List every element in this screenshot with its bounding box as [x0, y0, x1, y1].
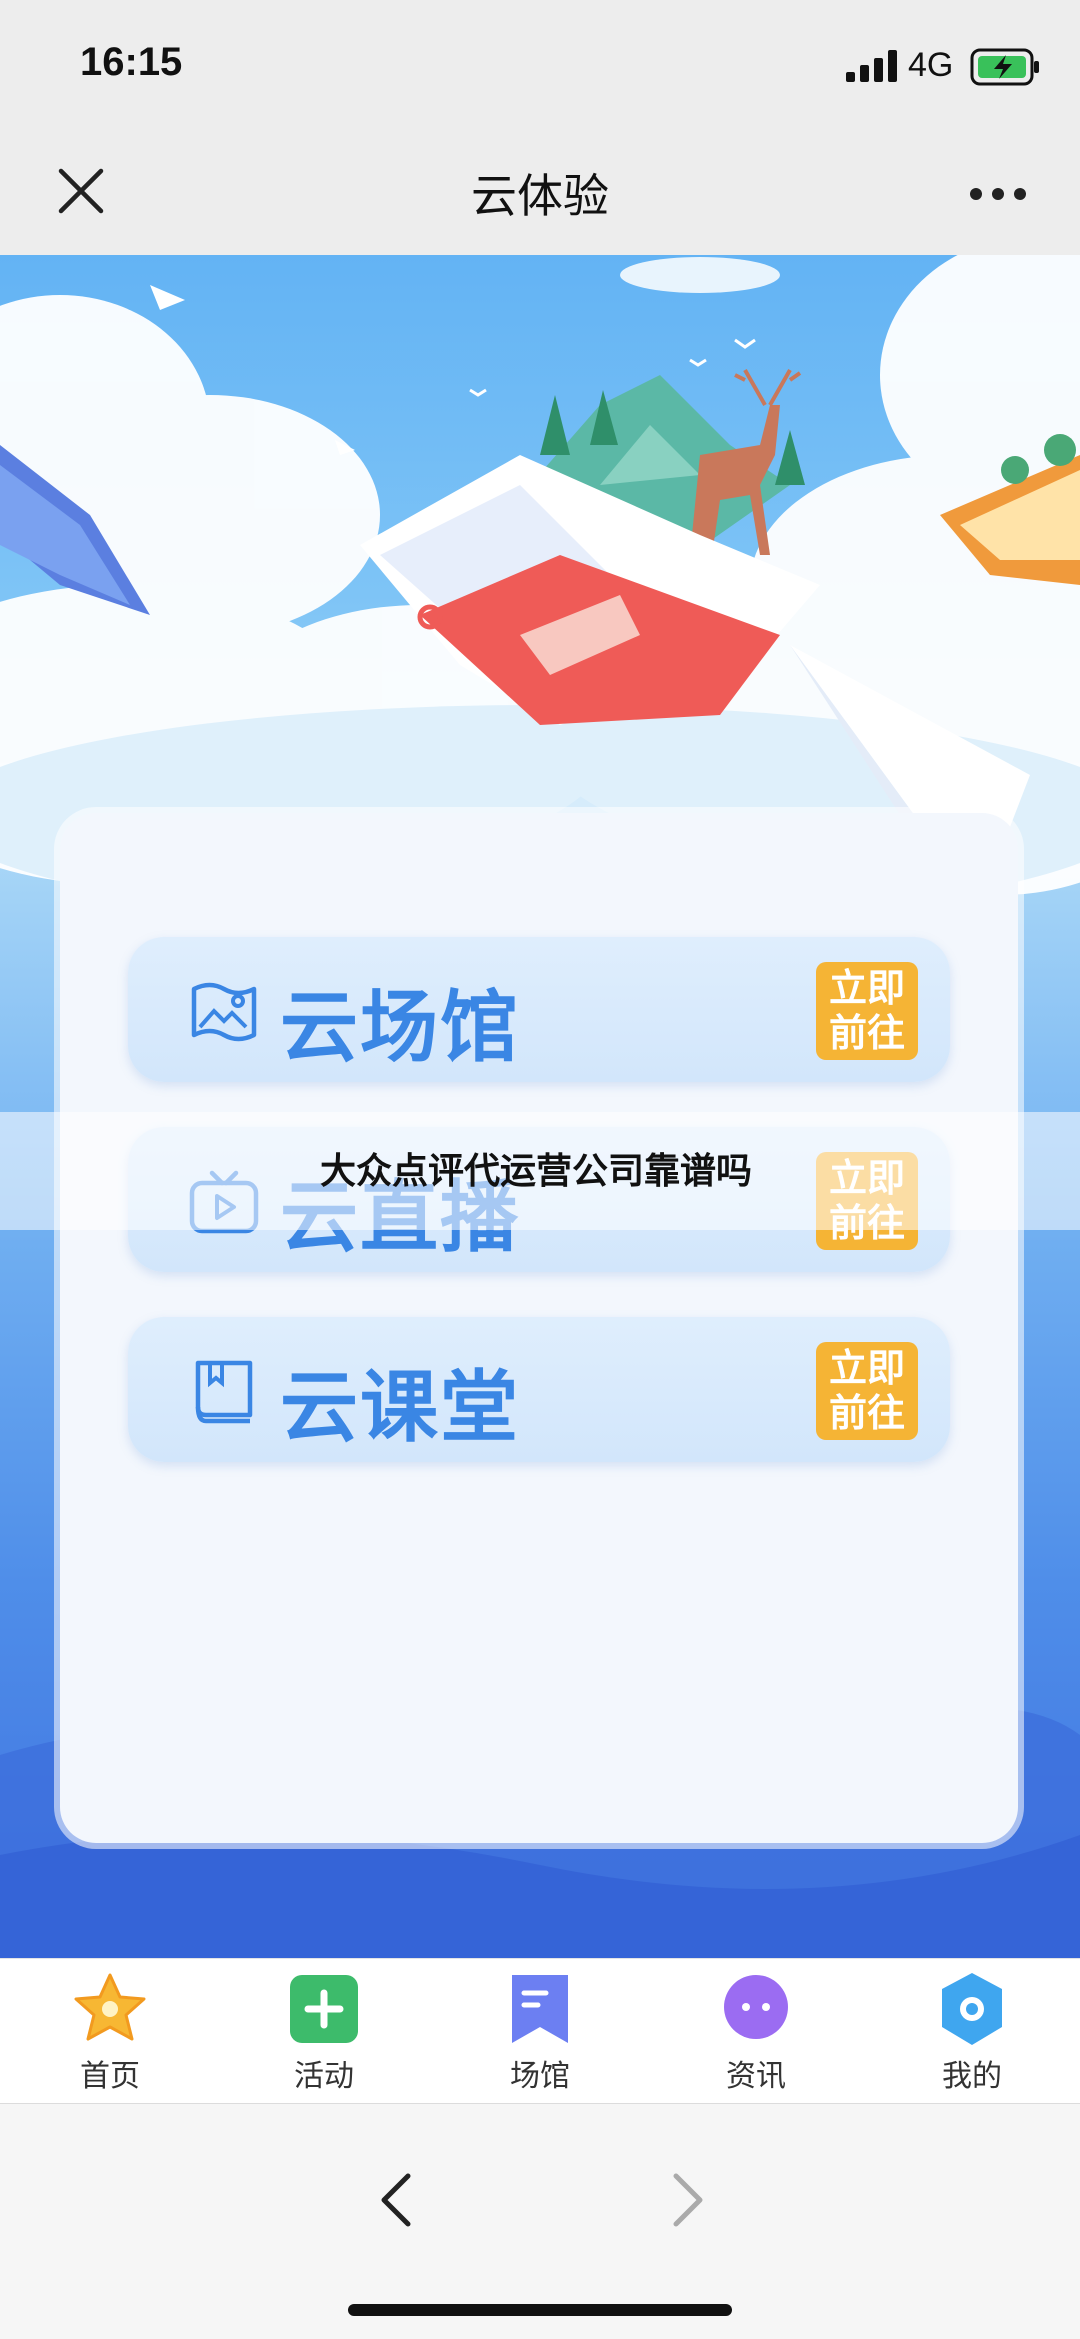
overlay-text: 大众点评代运营公司靠谱吗	[320, 1151, 753, 1192]
book-icon	[195, 1360, 253, 1424]
browser-bottom-bar	[0, 2103, 1080, 2339]
tab-mine[interactable]: 我的	[902, 1969, 1042, 2099]
tab-news[interactable]: 资讯	[686, 1969, 826, 2099]
go-label-line1: 立即	[828, 966, 905, 1010]
go-label-line2: 前往	[828, 1011, 905, 1055]
go-button[interactable]: 立即 前往	[816, 1342, 918, 1440]
profile-circle-icon	[942, 1973, 1002, 2045]
museum-map-icon	[191, 982, 257, 1042]
chat-bubble-icon	[724, 1975, 788, 2039]
menu-item-venue[interactable]: 云场馆 立即 前往	[128, 937, 950, 1082]
tab-label: 资讯	[726, 2059, 786, 2094]
menu-card: 云场馆 立即 前往 云直播 立即 前往	[60, 813, 1018, 1843]
go-button[interactable]: 立即 前往	[816, 962, 918, 1060]
tab-activity[interactable]: 活动	[254, 1969, 394, 2099]
status-bar: 16:15 4G	[0, 0, 1080, 130]
tab-label: 我的	[942, 2059, 1002, 2094]
tab-venue[interactable]: 场馆	[470, 1969, 610, 2099]
page-title: 云体验	[471, 169, 609, 223]
go-label-line2: 前往	[828, 1391, 905, 1435]
plus-icon	[290, 1975, 358, 2043]
star-icon	[74, 1973, 146, 2041]
home-indicator[interactable]	[348, 2304, 732, 2316]
signal-icon	[846, 50, 897, 82]
nav-bar: 云体验	[0, 130, 1080, 255]
menu-item-label: 云场馆	[280, 983, 521, 1073]
menu-item-class[interactable]: 云课堂 立即 前往	[128, 1317, 950, 1462]
overlay-banner: 大众点评代运营公司靠谱吗	[0, 1112, 1080, 1230]
back-arrow-icon[interactable]	[376, 2170, 416, 2230]
go-label-line1: 立即	[828, 1346, 905, 1390]
main-content: 云场馆 立即 前往 云直播 立即 前往	[0, 255, 1080, 1958]
menu-item-label: 云课堂	[280, 1363, 521, 1453]
tab-label: 场馆	[510, 2059, 570, 2094]
status-time: 16:15	[80, 40, 183, 84]
battery-charging-icon	[970, 48, 1039, 86]
forward-arrow-icon[interactable]	[668, 2170, 708, 2230]
tab-bar: 首页 活动 场馆 资讯 我的	[0, 1958, 1080, 2103]
tab-label: 活动	[294, 2059, 354, 2094]
more-icon[interactable]	[968, 186, 1028, 202]
tab-home[interactable]: 首页	[40, 1969, 180, 2099]
bookmark-icon	[512, 1975, 568, 2043]
network-label: 4G	[908, 46, 954, 84]
tab-label: 首页	[80, 2059, 140, 2094]
